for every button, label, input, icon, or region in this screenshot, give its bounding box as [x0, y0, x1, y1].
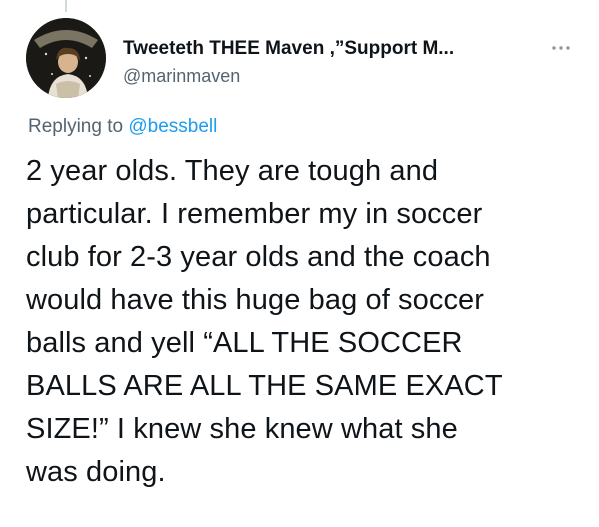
tweet-text-line: 2 year olds. They are tough and	[26, 155, 439, 187]
tweet-text-line: was doing.	[26, 456, 166, 488]
tweet-text-line: particular. I remember my in soccer	[26, 198, 483, 230]
tweet-text-line: balls and yell “ALL THE SOCCER	[26, 327, 463, 359]
tweet-text-line: would have this huge bag of soccer	[26, 284, 485, 316]
thread-connector-line	[65, 0, 67, 12]
author-name-row: Tweeteth THEE Maven ,”Support M...	[123, 36, 583, 62]
tweet: Tweeteth THEE Maven ,”Support M... @mari…	[0, 0, 599, 527]
replying-to: Replying to @bessbell	[28, 116, 217, 138]
more-options-button[interactable]	[549, 38, 573, 58]
more-horizontal-icon	[552, 46, 570, 50]
tweet-text-line: SIZE!” I knew she knew what she	[26, 413, 458, 445]
author-handle[interactable]: @marinmaven	[123, 66, 240, 87]
avatar-image	[26, 18, 106, 98]
author-avatar[interactable]	[26, 18, 106, 98]
tweet-text: 2 year olds. They are tough and particul…	[26, 150, 586, 494]
replying-to-prefix: Replying to	[28, 116, 124, 137]
author-display-name[interactable]: Tweeteth THEE Maven ,”Support M...	[123, 38, 454, 60]
tweet-text-line: BALLS ARE ALL THE SAME EXACT	[26, 370, 503, 402]
tweet-text-line: club for 2-3 year olds and the coach	[26, 241, 491, 273]
replying-to-mention[interactable]: @bessbell	[128, 116, 217, 137]
